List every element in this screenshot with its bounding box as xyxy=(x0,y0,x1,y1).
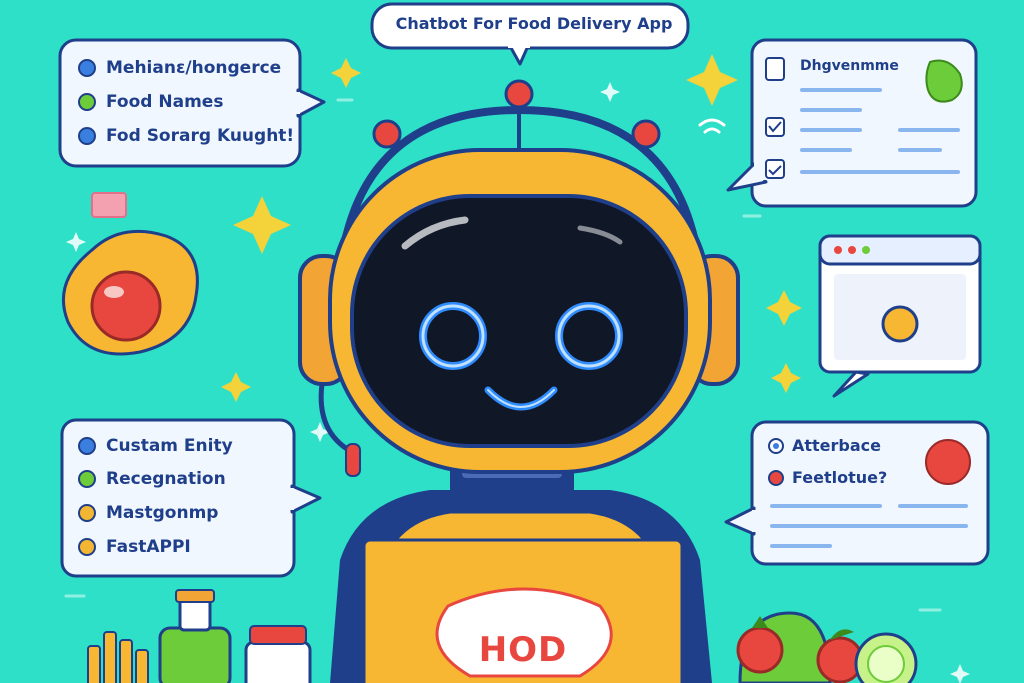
page-title: Chatbot For Food Delivery App xyxy=(395,14,673,33)
chest-logo-text: HOD xyxy=(478,630,568,670)
bullet-icon xyxy=(768,470,784,486)
list-item: Atterbace xyxy=(792,436,882,455)
browser-window-icon xyxy=(818,234,982,398)
list-item: Mehianɛ/hongerce xyxy=(106,58,282,78)
bullet-icon xyxy=(78,538,96,556)
list-item: Recegnation xyxy=(106,469,226,489)
card-heading: Dhgvenmme xyxy=(800,58,899,74)
bullet-icon xyxy=(78,59,96,77)
list-item: Food Names xyxy=(106,92,224,112)
checkbox-icon xyxy=(765,159,785,179)
bullet-icon xyxy=(78,504,96,522)
list-item: Feetlotue? xyxy=(792,468,888,487)
small-window-icon xyxy=(91,192,127,218)
list-item: Fod Sorarg Kuught! xyxy=(106,126,295,146)
list-item: Custam Enity xyxy=(106,436,233,456)
tomato-icon xyxy=(925,439,971,485)
list-item: Mastgonmp xyxy=(106,503,219,523)
bullet-icon xyxy=(78,470,96,488)
list-item: FastAPPI xyxy=(106,537,191,557)
bullet-icon xyxy=(78,93,96,111)
bullet-icon xyxy=(78,127,96,145)
bullet-icon xyxy=(78,437,96,455)
checkbox-icon xyxy=(765,57,785,81)
